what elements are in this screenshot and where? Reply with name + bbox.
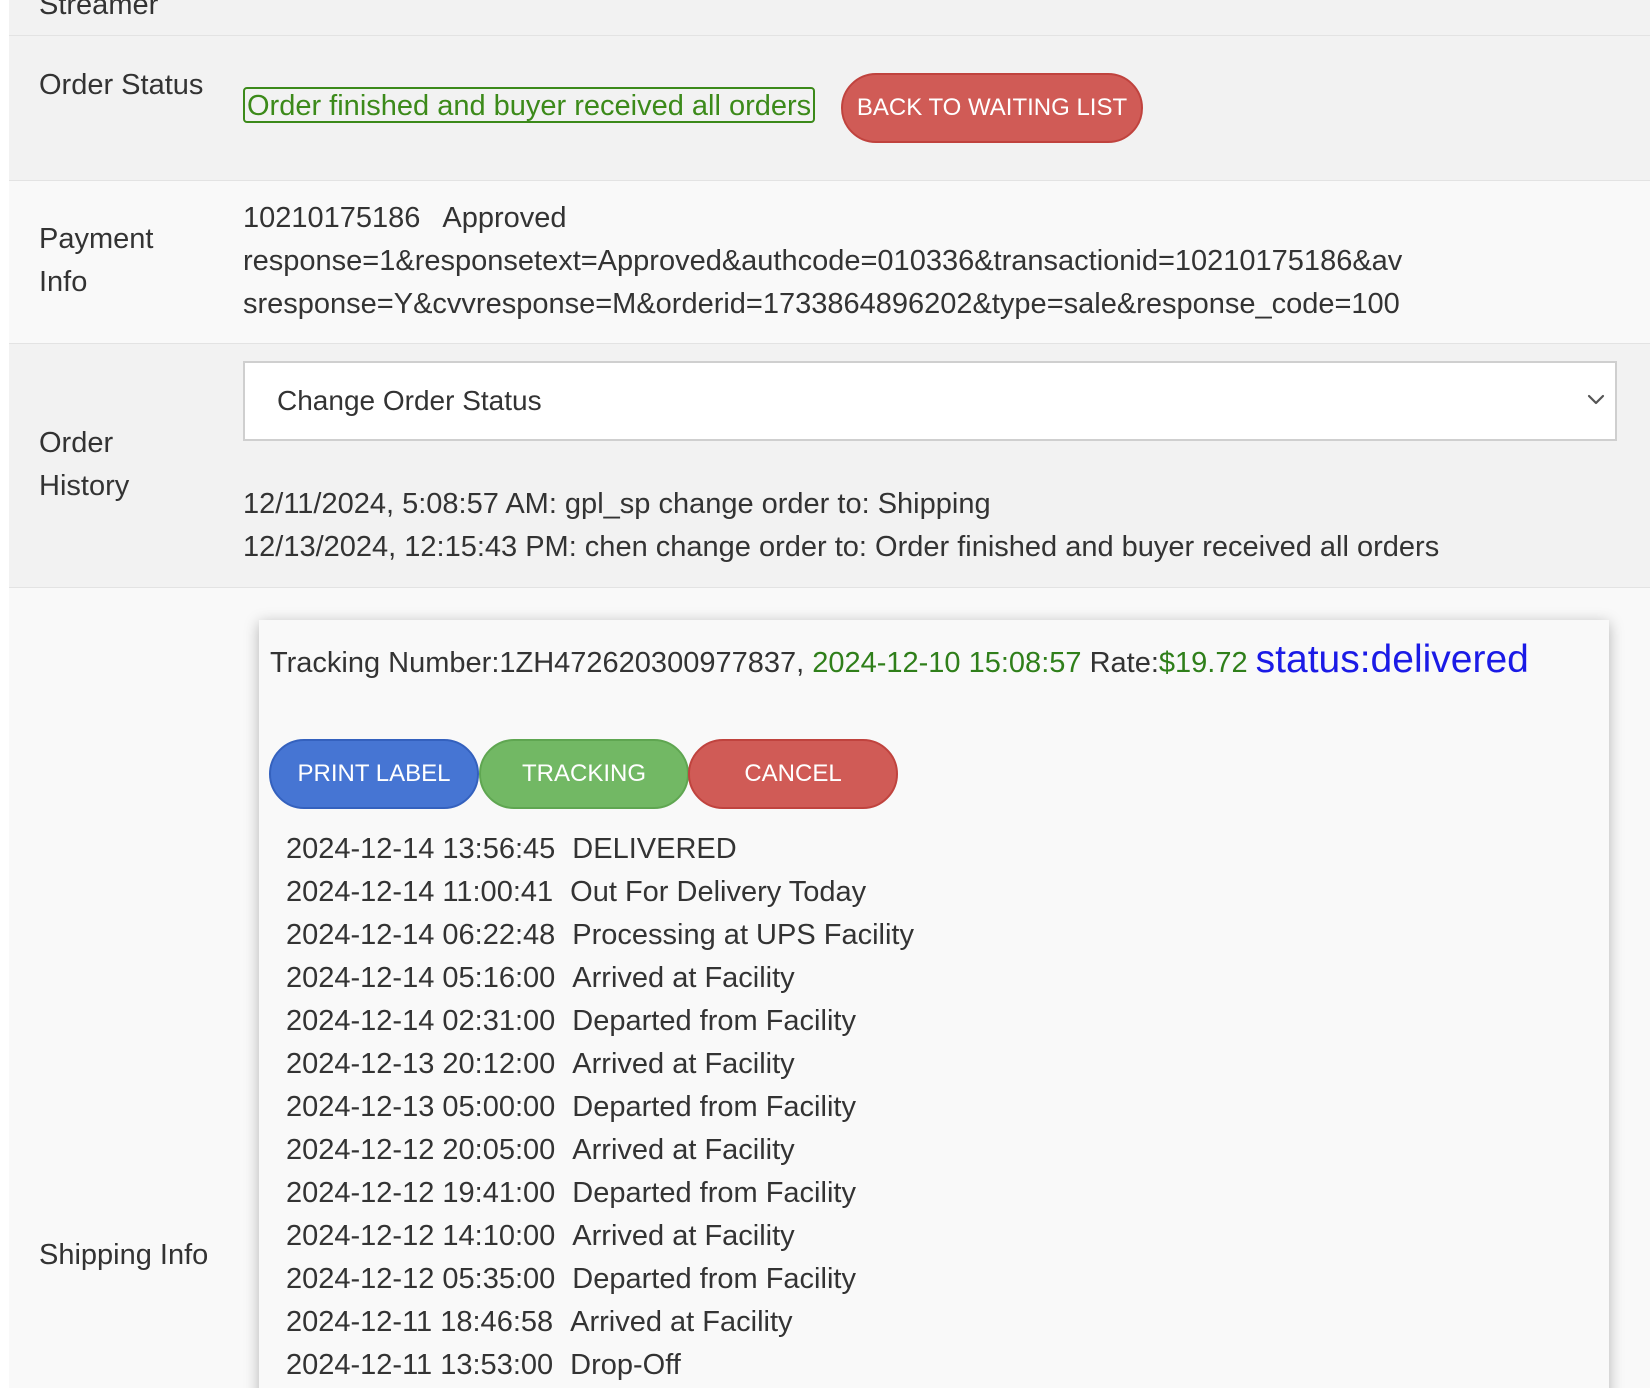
tracking-event-time: 2024-12-13 05:00:00 [286,1091,556,1123]
payment-transaction-id: 10210175186 [243,202,421,234]
tracking-summary: Tracking Number:1ZH472620300977837, 2024… [270,638,1529,685]
chevron-down-icon [1587,394,1605,405]
rate-value: $19.72 [1158,647,1248,679]
payment-info-row: Payment Info 10210175186 Approved respons… [9,181,1650,344]
streamer-label: Streamer [39,0,159,21]
rate-label: Rate: [1089,647,1159,679]
tracking-event-time: 2024-12-14 13:56:45 [286,833,556,865]
tracking-event-time: 2024-12-14 05:16:00 [286,962,556,994]
tracking-event: 2024-12-11 13:53:00 Drop-Off [286,1344,1388,1387]
tracking-event-description: Departed from Facility [572,1177,856,1209]
tracking-event-description: Departed from Facility [572,1263,856,1295]
tracking-event: 2024-12-14 05:16:00 Arrived at Facility [286,957,1388,1000]
tracking-event: 2024-12-12 05:35:00 Departed from Facilit… [286,1258,1388,1301]
order-history-row: Order History Change Order Status 12/11/… [9,344,1650,588]
payment-response-line-2: sresponse=Y&cvvresponse=M&orderid=173386… [243,288,1400,320]
shipment-status: status:delivered [1255,638,1529,681]
tracking-event-time: 2024-12-14 06:22:48 [286,919,556,951]
shipment-card: Tracking Number:1ZH472620300977837, 2024… [259,620,1609,1388]
tracking-event-description: DELIVERED [572,833,737,865]
tracking-event: 2024-12-13 20:12:00 Arrived at Facility [286,1043,1388,1086]
tracking-event-time: 2024-12-12 05:35:00 [286,1263,556,1295]
back-to-waiting-list-button[interactable]: BACK TO WAITING LIST [841,73,1143,143]
tracking-event: 2024-12-11 18:46:58 Arrived at Facility [286,1301,1388,1344]
tracking-event-description: Arrived at Facility [570,1306,793,1338]
tracking-event: 2024-12-12 19:41:00 Departed from Facilit… [286,1172,1388,1215]
tracking-event-time: 2024-12-11 13:53:00 [286,1349,554,1381]
tracking-event-time: 2024-12-14 11:00:41 [286,876,554,908]
tracking-event: 2024-12-14 02:31:00 Departed from Facilit… [286,1000,1388,1043]
order-history-entry: 12/11/2024, 5:08:57 AM: gpl_sp change or… [243,488,991,520]
shipment-created-date: 2024-12-10 15:08:57 [812,647,1082,679]
tracking-event-time: 2024-12-14 02:31:00 [286,1005,556,1037]
tracking-event-description: Arrived at Facility [572,962,795,994]
order-history-list: 12/11/2024, 5:08:57 AM: gpl_sp change or… [243,483,1439,569]
payment-result: Approved [442,202,567,234]
tracking-event-time: 2024-12-12 14:10:00 [286,1220,556,1252]
tracking-event-description: Arrived at Facility [572,1220,795,1252]
tracking-event: 2024-12-14 11:00:41 Out For Delivery Toda… [286,871,1388,914]
tracking-event-description: Arrived at Facility [572,1134,795,1166]
tracking-button[interactable]: TRACKING [479,739,689,809]
tracking-event-description: Departed from Facility [572,1091,856,1123]
print-label-button[interactable]: PRINT LABEL [269,739,479,809]
tracking-number: Tracking Number:1ZH472620300977837, [270,647,805,679]
order-status-badge: Order finished and buyer received all or… [243,87,816,123]
tracking-event-description: Processing at UPS Facility [572,919,914,951]
streamer-row: Streamer [9,0,1650,36]
tracking-events-list: 2024-12-14 13:56:45 DELIVERED 2024-12-14 1… [286,828,1388,1388]
tracking-event: 2024-12-13 05:00:00 Departed from Facilit… [286,1086,1388,1129]
change-order-status-value: Change Order Status [277,385,542,416]
change-order-status-select[interactable]: Change Order Status [243,361,1617,441]
tracking-event-description: Arrived at Facility [572,1048,795,1080]
tracking-event: 2024-12-12 14:10:00 Arrived at Facility [286,1215,1388,1258]
shipping-info-label: Shipping Info [39,1239,209,1271]
tracking-event-description: Drop-Off [570,1349,681,1381]
tracking-event: 2024-12-14 06:22:48 Processing at UPS Fac… [286,914,1388,957]
order-status-row: Order Status Order finished and buyer re… [9,36,1650,181]
tracking-event: 2024-12-14 13:56:45 DELIVERED [286,828,1388,871]
tracking-event-time: 2024-12-11 18:46:58 [286,1306,554,1338]
shipping-info-row: Shipping Info Tracking Number:1ZH4726203… [9,588,1650,1388]
tracking-event-time: 2024-12-13 20:12:00 [286,1048,556,1080]
order-status-label: Order Status [39,69,204,101]
order-history-label: Order History [39,427,130,502]
payment-summary: 10210175186 Approved [243,197,1503,240]
order-detail-page: Streamer Order Status Order finished and… [0,0,1650,1388]
order-history-entry: 12/13/2024, 12:15:43 PM: chen change ord… [243,531,1440,563]
tracking-event-description: Out For Delivery Today [570,876,867,908]
payment-info-label: Payment Info [39,223,154,298]
cancel-shipment-button[interactable]: CANCEL [688,739,898,809]
tracking-event: 2024-12-12 20:05:00 Arrived at Facility [286,1129,1388,1172]
tracking-event-time: 2024-12-12 19:41:00 [286,1177,556,1209]
tracking-event-time: 2024-12-12 20:05:00 [286,1134,556,1166]
tracking-event-description: Departed from Facility [572,1005,856,1037]
payment-info-value: 10210175186 Approved response=1&responset… [243,197,1503,326]
payment-response-line-1: response=1&responsetext=Approved&authcod… [243,245,1403,277]
